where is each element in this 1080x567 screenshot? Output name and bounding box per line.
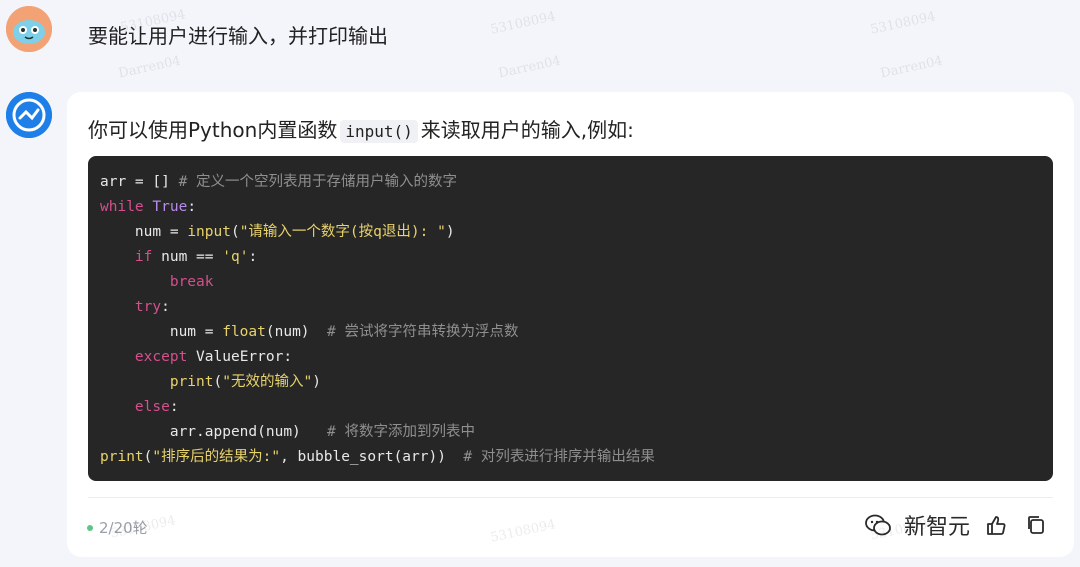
round-label: 2/20轮 [99, 519, 148, 537]
inline-code: input() [340, 120, 418, 143]
code-block: arr = [] # 定义一个空列表用于存储用户输入的数字 while True:… [88, 156, 1053, 481]
footer-actions: 新智元 [864, 509, 1050, 541]
code-line: arr = [] # 定义一个空列表用于存储用户输入的数字 [100, 170, 1041, 195]
code-line: else: [100, 395, 1041, 420]
code-token-plain: (num) [265, 324, 327, 340]
code-token-comment: # 对列表进行排序并输出结果 [463, 449, 655, 465]
status-dot [87, 524, 93, 531]
code-token-keyword: except [134, 349, 188, 365]
code-token-plain: ) [445, 224, 455, 240]
code-token-plain: arr = [] [100, 174, 179, 190]
code-token-plain: num == [152, 249, 223, 265]
code-token-string: "请输入一个数字(按q退出): " [239, 224, 446, 240]
code-token-comment: # 定义一个空列表用于存储用户输入的数字 [178, 174, 458, 190]
user-message: 要能让用户进行输入，并打印输出 [88, 24, 388, 48]
code-token-comment: # 将数字添加到列表中 [326, 424, 475, 440]
code-token-string: "无效的输入" [222, 374, 313, 390]
code-token-plain: num = [100, 324, 223, 340]
code-token-string: 'q' [222, 249, 249, 265]
watermark: Darren04 [879, 53, 945, 82]
code-line: print("排序后的结果为:", bubble_sort(arr)) # 对列… [100, 445, 1041, 470]
thumbs-up-icon[interactable] [982, 511, 1010, 539]
watermark: 53108094 [489, 9, 558, 38]
code-token-keyword: while [100, 199, 144, 215]
code-token-keyword: break [169, 274, 214, 290]
watermark: 53108094 [869, 9, 938, 38]
code-line: break [100, 270, 1041, 295]
code-token-plain: , bubble_sort(arr)) [280, 449, 464, 465]
bot-avatar [6, 92, 52, 138]
code-line: num = float(num) # 尝试将字符串转换为浮点数 [100, 320, 1041, 345]
code-token-plain: ( [230, 224, 240, 240]
code-token-builtin: print [100, 449, 144, 465]
code-token-keyword: try [134, 299, 162, 315]
response-intro: 你可以使用Python内置函数 input() 来读取用户的输入,例如: [88, 114, 634, 143]
wechat-icon [864, 511, 892, 539]
code-token-plain: : [187, 199, 197, 215]
code-token-builtin: print [169, 374, 214, 390]
code-line: except ValueError: [100, 345, 1041, 370]
code-token-keyword: if [134, 249, 153, 265]
code-token-plain: arr.append(num) [100, 424, 327, 440]
watermark: Darren04 [117, 53, 183, 82]
code-token-plain: ValueError: [187, 349, 293, 365]
code-token-plain: ( [213, 374, 223, 390]
code-token-plain: : [248, 249, 258, 265]
code-token-plain: ) [312, 374, 321, 390]
code-token-builtin: float [222, 324, 266, 340]
user-avatar [6, 6, 52, 52]
code-token-plain: num = [100, 224, 188, 240]
code-token-builtin: input [187, 224, 231, 240]
code-line: if num == 'q': [100, 245, 1041, 270]
copy-icon[interactable] [1022, 511, 1050, 539]
code-line: try: [100, 295, 1041, 320]
intro-text-after: 来读取用户的输入,例如: [420, 118, 634, 142]
round-counter: 2/20轮 [87, 517, 148, 538]
code-token-plain: : [169, 399, 179, 415]
intro-text-before: 你可以使用Python内置函数 [88, 118, 338, 142]
code-token-comment: # 尝试将字符串转换为浮点数 [326, 324, 519, 340]
code-line: print("无效的输入") [100, 370, 1041, 395]
code-line: arr.append(num) # 将数字添加到列表中 [100, 420, 1041, 445]
assistant-response-card: 你可以使用Python内置函数 input() 来读取用户的输入,例如: arr =… [67, 92, 1074, 557]
code-token-keyword: else [134, 399, 170, 415]
watermark: Darren04 [497, 53, 563, 82]
code-line: while True: [100, 195, 1041, 220]
brand-label: 新智元 [903, 515, 970, 540]
code-line: num = input("请输入一个数字(按q退出): ") [100, 220, 1041, 245]
code-token-plain: : [161, 299, 170, 315]
code-token-string: "排序后的结果为:" [152, 449, 281, 465]
divider [88, 497, 1053, 498]
code-token-const: True [152, 199, 188, 215]
